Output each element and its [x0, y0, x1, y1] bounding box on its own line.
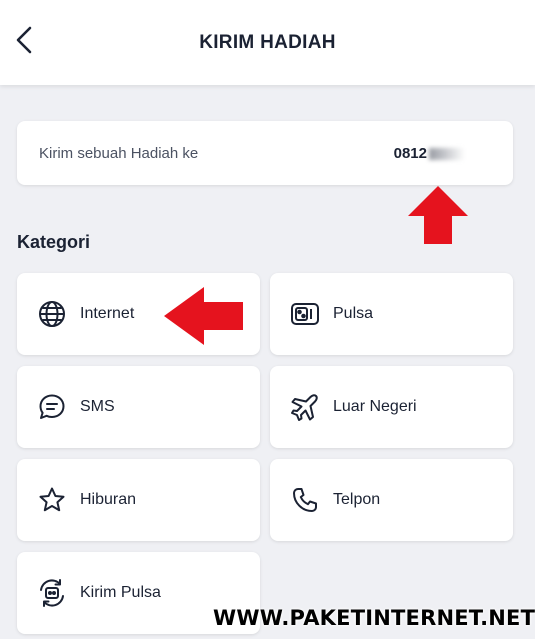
page-title: KIRIM HADIAH [199, 31, 336, 53]
chat-bubble-icon [37, 392, 67, 422]
airplane-icon [290, 392, 320, 422]
category-sms[interactable]: SMS [17, 366, 260, 448]
category-hiburan[interactable]: Hiburan [17, 459, 260, 541]
category-label: Kirim Pulsa [80, 584, 161, 601]
redacted-number-blur [429, 147, 465, 160]
app-screen: KIRIM HADIAH Kirim sebuah Hadiah ke 0812… [0, 0, 535, 639]
category-label: Telpon [333, 491, 381, 508]
category-label: Pulsa [333, 305, 374, 322]
header-bar: KIRIM HADIAH [0, 0, 535, 85]
section-title-kategori: Kategori [17, 232, 91, 252]
globe-icon [37, 299, 67, 329]
back-button[interactable] [8, 22, 40, 58]
recipient-number: 0812 [394, 145, 465, 162]
category-label: SMS [80, 398, 115, 415]
red-arrow-left-icon [164, 287, 243, 345]
phone-icon [290, 485, 320, 515]
recipient-card[interactable]: Kirim sebuah Hadiah ke 0812 [17, 121, 513, 185]
star-icon [37, 485, 67, 515]
watermark-text: WWW.PAKETINTERNET.NET [213, 606, 535, 630]
recipient-label: Kirim sebuah Hadiah ke [39, 144, 199, 162]
recipient-number-visible: 0812 [393, 144, 427, 162]
category-label: Internet [80, 305, 135, 322]
category-telpon[interactable]: Telpon [270, 459, 513, 541]
category-luar-negeri[interactable]: Luar Negeri [270, 366, 513, 448]
sim-card-icon [290, 299, 320, 329]
category-pulsa[interactable]: Pulsa [270, 273, 513, 355]
send-pulsa-icon [37, 578, 67, 608]
category-label: Luar Negeri [333, 398, 417, 415]
category-label: Hiburan [80, 491, 137, 508]
chevron-left-icon [16, 26, 32, 54]
red-arrow-up-icon [408, 186, 468, 244]
